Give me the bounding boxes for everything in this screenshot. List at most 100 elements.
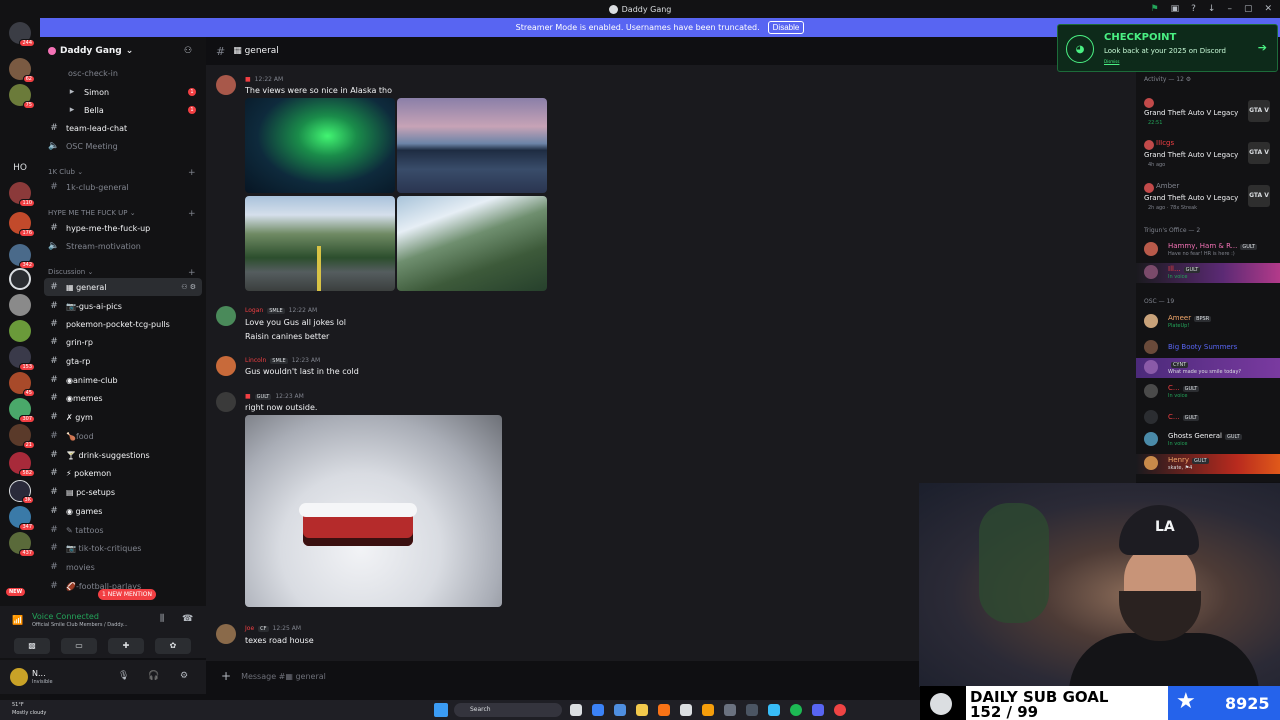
server-icon[interactable]: 110	[9, 182, 35, 207]
disable-streamer-mode-button[interactable]: Disable	[767, 21, 805, 34]
server-text-icon[interactable]: HO	[8, 163, 32, 173]
channel-pc-setups[interactable]: # ▤ pc-setups	[44, 483, 202, 501]
add-channel-icon[interactable]: +	[188, 209, 196, 219]
task-view-icon[interactable]	[570, 704, 582, 716]
thread-simon[interactable]: ▸ Simon 1	[44, 83, 202, 101]
server-icon[interactable]: 347	[9, 506, 35, 531]
taskbar-search[interactable]: Search	[454, 703, 562, 717]
direct-messages-button[interactable]: 244	[9, 22, 35, 47]
avatar[interactable]	[216, 356, 236, 376]
channel-gym[interactable]: # ✗ gym	[44, 408, 202, 426]
channel-hype-me-the-fuck-up[interactable]: # hype-me-the-fuck-up	[44, 219, 202, 237]
app-icon[interactable]	[680, 704, 692, 716]
server-icon[interactable]: 307	[9, 398, 35, 423]
app-icon[interactable]	[702, 704, 714, 716]
server-icon[interactable]: 342	[9, 244, 35, 269]
activity-member[interactable]: IIIcgs Grand Theft Auto V Legacy 4h ago …	[1136, 138, 1280, 168]
arrow-right-icon[interactable]: ➔	[1258, 41, 1267, 54]
member-row[interactable]: C... GULT	[1136, 408, 1280, 428]
new-unreads-pill[interactable]: NEW	[6, 588, 26, 596]
new-mention-pill[interactable]: 1 NEW MENTION	[98, 589, 156, 600]
headphones-icon[interactable]: 🎧	[148, 671, 159, 681]
channel-pokemon-pocket-tcg-pulls[interactable]: # pokemon-pocket-tcg-pulls	[44, 315, 202, 333]
server-icon[interactable]: 62	[9, 58, 35, 83]
app-icon[interactable]	[614, 704, 626, 716]
app-icon[interactable]	[834, 704, 846, 716]
member-row[interactable]: CYNT What made you smile today?	[1136, 358, 1280, 378]
avatar[interactable]	[216, 624, 236, 644]
checkpoint-dismiss-link[interactable]: Dismiss	[1104, 59, 1119, 64]
voice-channel-stream-motivation[interactable]: 🔈 Stream-motivation	[44, 237, 202, 255]
image-attachment-glacier[interactable]	[397, 196, 547, 291]
voice-channel-osc-meeting[interactable]: 🔈 OSC Meeting	[44, 137, 202, 155]
member-row[interactable]: Ghosts General GULT In voice	[1136, 430, 1280, 450]
channel-settings-icons[interactable]: ⚇ ⚙	[181, 283, 196, 291]
screen-share-button[interactable]: ▭	[61, 638, 97, 654]
avatar[interactable]	[216, 75, 236, 95]
server-icon[interactable]	[9, 320, 31, 342]
activity-member[interactable]: Amber Grand Theft Auto V Legacy 2h ago ·…	[1136, 181, 1280, 211]
add-channel-icon[interactable]: +	[188, 168, 196, 178]
channel-team-lead-chat[interactable]: # team-lead-chat	[44, 119, 202, 137]
channel-osc-check-in[interactable]: osc-check-in	[44, 64, 202, 82]
message-author[interactable]: Logan	[245, 307, 263, 314]
gear-icon[interactable]: ⚙	[180, 671, 188, 681]
category-discussion[interactable]: Discussion ⌄ +	[48, 268, 196, 278]
server-icon[interactable]: 21	[9, 424, 35, 449]
channel-tattoos[interactable]: # ✎ tattoos	[44, 521, 202, 539]
spotify-icon[interactable]	[790, 704, 802, 716]
flag-icon[interactable]: ⚑	[1151, 4, 1159, 14]
start-button[interactable]	[434, 703, 448, 717]
app-icon[interactable]	[746, 704, 758, 716]
channel-drink-suggestions[interactable]: # 🍸 drink-suggestions	[44, 446, 202, 464]
firefox-icon[interactable]	[658, 704, 670, 716]
close-button[interactable]: ✕	[1264, 4, 1272, 14]
server-icon[interactable]: 153	[9, 346, 35, 371]
channel-movies[interactable]: # movies	[44, 558, 202, 576]
avatar[interactable]	[216, 392, 236, 412]
avatar[interactable]	[216, 306, 236, 326]
member-row[interactable]: C... GULT In voice	[1136, 382, 1280, 402]
minimize-button[interactable]: –	[1227, 4, 1232, 14]
member-row[interactable]: Hammy, Ham & R... GULT Have no fear! HR i…	[1136, 240, 1280, 260]
image-attachment-aurora[interactable]	[245, 98, 395, 193]
channel-memes[interactable]: # ◉memes	[44, 389, 202, 407]
message-composer[interactable]: + Message #▦ general	[215, 664, 915, 688]
channel-anime-club[interactable]: # ◉anime-club	[44, 371, 202, 389]
member-row[interactable]: Ill... GULT In voice	[1136, 263, 1280, 283]
message-author[interactable]: ■	[245, 76, 251, 83]
server-icon[interactable]: 437	[9, 532, 35, 557]
message-author[interactable]: Lincoln	[245, 357, 266, 364]
channel-pokemon[interactable]: # ⚡ pokemon	[44, 464, 202, 482]
weather-widget[interactable]: 51°F Mostly cloudy	[12, 701, 46, 717]
app-icon[interactable]	[768, 704, 780, 716]
server-header[interactable]: Daddy Gang ⌄ ⚇	[40, 37, 206, 65]
maximize-button[interactable]: ▢	[1244, 4, 1253, 14]
discord-taskbar-icon[interactable]	[812, 704, 824, 716]
screen-icon[interactable]: ▣	[1171, 4, 1180, 14]
noise-suppression-icon[interactable]: ⫼	[160, 614, 164, 624]
thread-bella[interactable]: ▸ Bella 1	[44, 101, 202, 119]
file-explorer-icon[interactable]	[636, 704, 648, 716]
server-icon[interactable]	[9, 294, 31, 316]
avatar[interactable]	[10, 668, 28, 686]
invite-people-icon[interactable]: ⚇	[184, 46, 194, 56]
channel-tik-tok-critiques[interactable]: # 📷 tik-tok-critiques	[44, 539, 202, 557]
add-attachment-icon[interactable]: +	[221, 669, 231, 683]
voice-channel-name[interactable]: Official Smile Club Members / Daddy...	[32, 622, 172, 628]
channel-general[interactable]: # ▦ general ⚇ ⚙	[44, 278, 202, 296]
server-icon-daddy-gang[interactable]	[9, 268, 31, 290]
channel-1k-club-general[interactable]: #1k-club-general	[44, 178, 202, 196]
server-icon[interactable]: 3K	[9, 480, 34, 504]
camera-off-button[interactable]: ▩	[14, 638, 50, 654]
checkpoint-banner[interactable]: ◕ CHECKPOINT Look back at your 2025 on D…	[1057, 24, 1278, 72]
message-input[interactable]: Message #▦ general	[241, 672, 326, 681]
microphone-icon[interactable]: 🎙	[118, 671, 129, 681]
server-icon[interactable]: 582	[9, 452, 35, 477]
disconnect-icon[interactable]: ☎	[182, 614, 193, 624]
activity-member[interactable]: Grand Theft Auto V Legacy 22:51 GTA V	[1136, 96, 1280, 126]
server-icon[interactable]: 75	[9, 84, 35, 109]
channel-food[interactable]: # 🍗food	[44, 427, 202, 445]
channel-gus-ai-pics[interactable]: # 📷-gus-ai-pics	[44, 297, 202, 315]
category-hype[interactable]: HYPE ME THE FUCK UP ⌄ +	[48, 209, 196, 219]
